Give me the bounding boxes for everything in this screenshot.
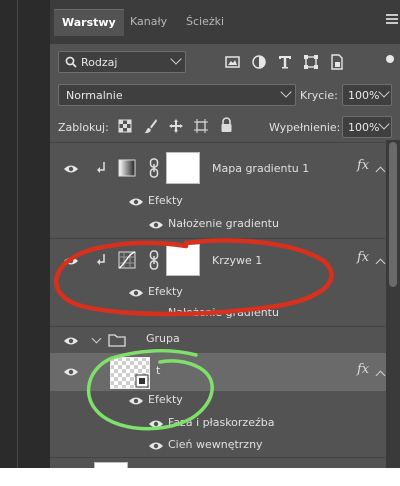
filter-toggle[interactable]: [386, 55, 394, 63]
chevron-down-icon: [170, 53, 182, 65]
clip-arrow-icon: [97, 254, 105, 265]
eye-icon[interactable]: [128, 197, 144, 207]
curves-icon: [118, 251, 136, 269]
smart-object-thumbnail[interactable]: [110, 357, 150, 389]
effects-label: Efekty: [148, 393, 183, 406]
blend-mode-select[interactable]: Normalnie: [58, 84, 296, 106]
image-filter-icon[interactable]: [224, 53, 242, 71]
canvas-edge: [0, 0, 50, 468]
fill-input[interactable]: 100%: [342, 116, 392, 138]
collapse-effects-icon[interactable]: [375, 370, 386, 381]
smart-object-filter-icon[interactable]: [328, 53, 346, 71]
divider: [50, 457, 400, 458]
chevron-down-icon: [378, 86, 390, 98]
link-icon[interactable]: [149, 250, 159, 270]
type-filter-icon[interactable]: [276, 53, 294, 71]
folder-icon: [108, 334, 126, 347]
gradient-map-icon: [118, 159, 136, 177]
blend-mode-value: Normalnie: [66, 89, 123, 102]
opacity-input[interactable]: 100%: [342, 84, 392, 106]
opacity-value: 100%: [348, 89, 380, 102]
layer-mask-thumbnail[interactable]: [166, 152, 200, 184]
search-icon: [65, 56, 77, 68]
collapse-effects-icon[interactable]: [375, 258, 386, 269]
tab-warstwy[interactable]: Warstwy: [54, 9, 124, 36]
link-icon[interactable]: [149, 158, 159, 178]
move-icon[interactable]: [168, 118, 184, 134]
layer-mask-thumbnail[interactable]: [166, 244, 200, 276]
fx-icon[interactable]: fx: [357, 158, 369, 173]
eye-icon[interactable]: [63, 256, 79, 266]
chevron-down-icon[interactable]: [91, 333, 102, 344]
layer-group[interactable]: Grupa: [50, 327, 386, 353]
layer-krzywe[interactable]: Krzywe 1 fx Efekty Nałożenie gradientu: [50, 239, 386, 325]
effect-item[interactable]: Cień wewnętrzny: [168, 438, 263, 451]
effects-label: Efekty: [148, 285, 183, 298]
artboard-icon[interactable]: [193, 118, 209, 134]
brush-icon[interactable]: [144, 118, 158, 134]
chevron-down-icon: [378, 118, 390, 130]
checker-lock-icon[interactable]: [118, 119, 132, 133]
tab-sciezki[interactable]: Ścieżki: [178, 9, 232, 35]
scrollbar-thumb[interactable]: [389, 142, 397, 287]
chevron-down-icon: [280, 86, 292, 98]
shape-filter-icon[interactable]: [302, 53, 320, 71]
lock-label: Zablokuj:: [58, 121, 109, 134]
adjustment-filter-icon[interactable]: [250, 53, 268, 71]
eye-icon[interactable]: [63, 367, 79, 377]
fill-value: 100%: [348, 121, 380, 134]
group-name[interactable]: Grupa: [146, 332, 180, 345]
fx-icon[interactable]: fx: [357, 250, 369, 265]
eye-icon[interactable]: [128, 288, 144, 298]
ruler-line: [17, 0, 18, 468]
filter-kind-select[interactable]: Rodzaj: [58, 51, 186, 73]
eye-icon[interactable]: [148, 220, 164, 230]
fill-label: Wypełnienie:: [269, 121, 341, 134]
layers-panel: Warstwy Kanały Ścieżki Rodzaj Normalnie …: [50, 0, 400, 468]
opacity-label: Krycie:: [300, 89, 338, 102]
fx-icon[interactable]: fx: [357, 362, 369, 377]
effect-item[interactable]: Faza i płaskorzeźba: [168, 416, 274, 429]
layer-name[interactable]: Krzywe 1: [212, 254, 262, 267]
effects-label: Efekty: [148, 194, 183, 207]
eye-icon[interactable]: [128, 396, 144, 406]
layer-name[interactable]: Mapa gradientu 1: [212, 162, 309, 175]
screenshot: Warstwy Kanały Ścieżki Rodzaj Normalnie …: [0, 0, 400, 486]
filter-kind-value: Rodzaj: [81, 56, 118, 69]
panel-tab-bar: Warstwy Kanały Ścieżki: [50, 0, 400, 44]
next-layer-thumbnail[interactable]: [94, 462, 128, 468]
clip-arrow-icon: [97, 162, 105, 173]
tab-kanaly[interactable]: Kanały: [122, 9, 175, 35]
eye-icon[interactable]: [63, 336, 79, 346]
eye-icon[interactable]: [148, 441, 164, 451]
layer-mapa-gradientu[interactable]: Mapa gradientu 1 fx Efekty Nałożenie gra…: [50, 143, 386, 237]
lock-icon[interactable]: [220, 117, 233, 133]
scrollbar[interactable]: [386, 140, 400, 468]
collapse-effects-icon[interactable]: [375, 166, 386, 177]
eye-icon[interactable]: [63, 164, 79, 174]
effect-item[interactable]: Nałożenie gradientu: [168, 217, 279, 230]
layer-name[interactable]: t: [156, 364, 160, 377]
panel-menu-icon[interactable]: [386, 14, 398, 26]
effect-item[interactable]: Nałożenie gradientu: [168, 306, 279, 319]
eye-icon[interactable]: [148, 419, 164, 429]
layer-t[interactable]: t fx: [50, 353, 386, 391]
